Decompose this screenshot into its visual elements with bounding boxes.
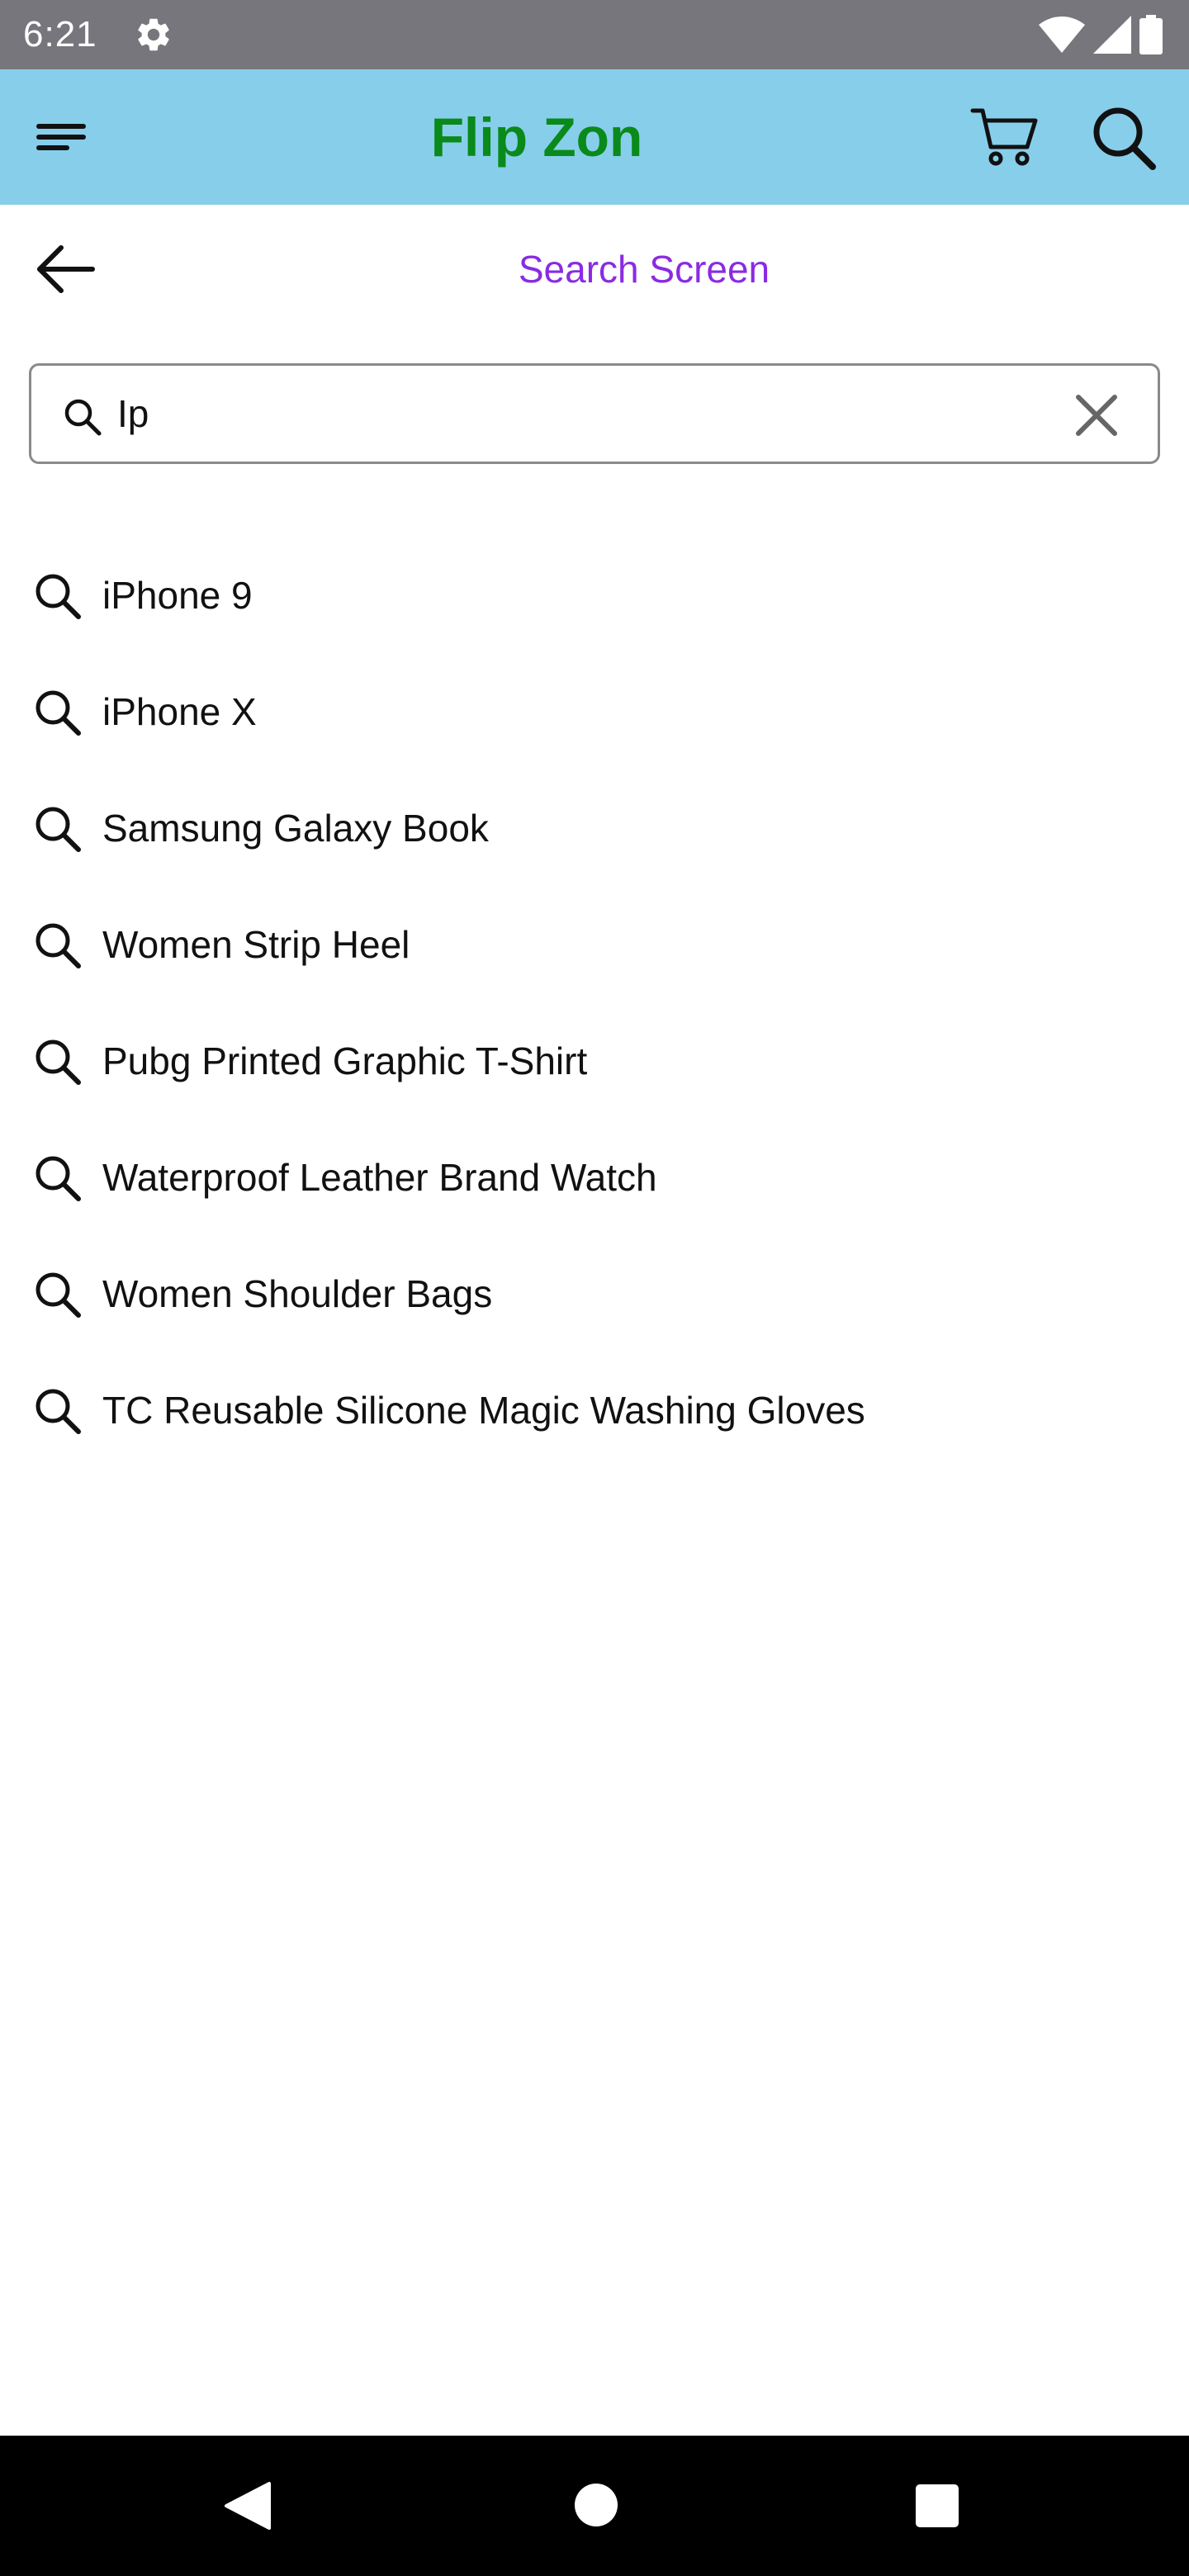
suggestion-item[interactable]: TC Reusable Silicone Magic Washing Glove… [0,1352,1189,1468]
back-arrow-icon[interactable] [33,239,102,299]
clear-icon[interactable] [1070,389,1123,442]
suggestion-item[interactable]: iPhone 9 [0,537,1189,653]
search-icon [36,1272,81,1318]
battery-icon [1139,15,1163,54]
search-icon [36,923,81,968]
suggestion-label: Women Shoulder Bags [102,1272,493,1315]
navigation-bar [0,2436,1189,2576]
suggestion-list: iPhone 9 iPhone X Samsung Galaxy Book Wo… [0,537,1189,1468]
suggestion-label: iPhone X [102,690,257,733]
suggestion-label: Waterproof Leather Brand Watch [102,1156,657,1199]
home-circle-icon[interactable] [573,2482,619,2528]
status-time: 6:21 [23,14,97,54]
suggestion-label: Women Strip Heel [102,923,410,966]
suggestion-item[interactable]: Women Strip Heel [0,886,1189,1002]
back-triangle-icon[interactable] [220,2479,274,2533]
suggestion-item[interactable]: iPhone X [0,653,1189,769]
search-icon[interactable] [1088,102,1159,173]
suggestion-label: TC Reusable Silicone Magic Washing Glove… [102,1389,865,1432]
status-bar: 6:21 [0,0,1189,69]
search-field[interactable] [29,363,1160,464]
suggestion-label: Pubg Printed Graphic T-Shirt [102,1039,588,1082]
suggestion-label: Samsung Galaxy Book [102,807,489,850]
screen-title: Search Screen [518,248,770,291]
status-icons [1039,12,1163,58]
search-icon [36,807,81,852]
app-title: Flip Zon [430,107,643,168]
menu-icon[interactable] [30,109,99,167]
suggestion-label: iPhone 9 [102,574,253,617]
search-icon [36,574,81,619]
suggestion-item[interactable]: Pubg Printed Graphic T-Shirt [0,1002,1189,1119]
cart-icon[interactable] [969,104,1040,170]
suggestion-item[interactable]: Women Shoulder Bags [0,1235,1189,1352]
recents-square-icon[interactable] [915,2484,959,2528]
search-input[interactable] [117,381,1050,447]
search-icon [36,690,81,736]
suggestion-item[interactable]: Waterproof Leather Brand Watch [0,1119,1189,1235]
suggestion-item[interactable]: Samsung Galaxy Book [0,769,1189,886]
settings-gear-icon [138,18,169,51]
search-icon [36,1389,81,1434]
cellular-signal-icon [1093,16,1131,54]
search-icon [64,399,102,436]
wifi-icon [1039,17,1085,53]
search-icon [36,1156,81,1201]
search-icon [36,1039,81,1085]
app-bar: Flip Zon [0,69,1189,205]
